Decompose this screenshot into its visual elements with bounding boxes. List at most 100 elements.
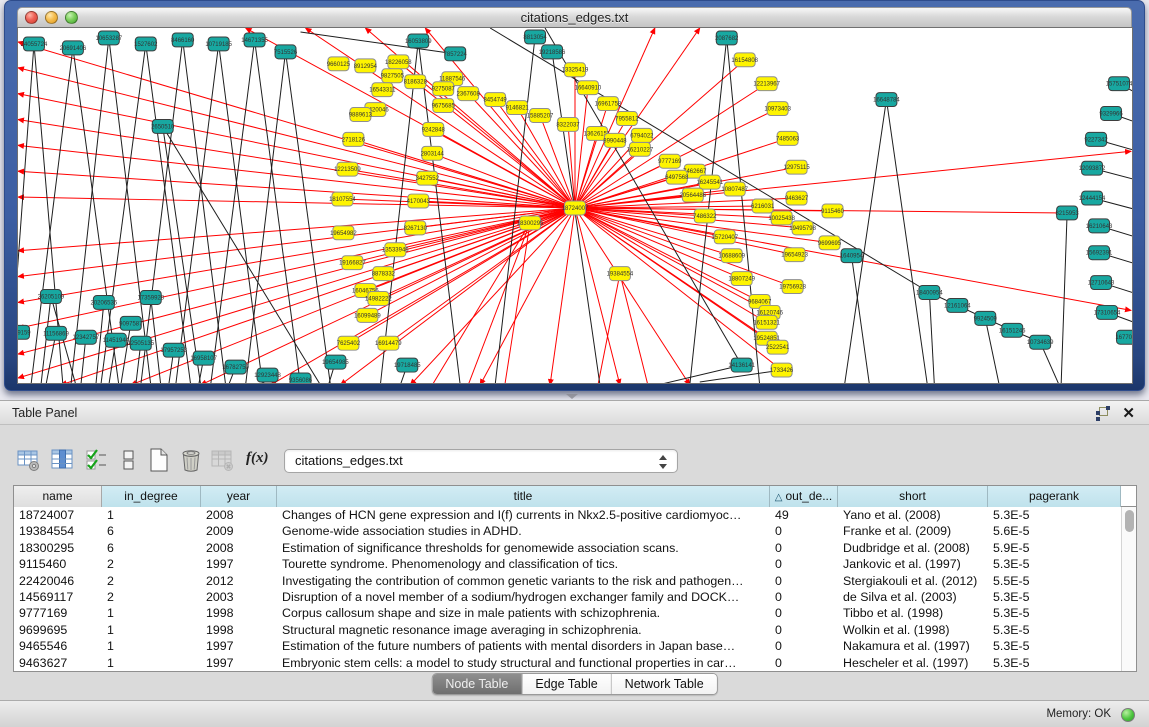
graph-node[interactable]: 9097587 xyxy=(119,316,143,330)
graph-node[interactable]: 12342757 xyxy=(73,330,100,344)
graph-node[interactable]: 11451944 xyxy=(103,333,130,347)
graph-node[interactable]: 2367608 xyxy=(457,87,481,101)
graph-node[interactable]: 15720407 xyxy=(711,230,738,244)
scrollbar-thumb[interactable] xyxy=(1125,510,1134,532)
graph-node[interactable]: 7485063 xyxy=(776,131,800,145)
graph-node[interactable]: 9275087 xyxy=(432,82,456,96)
graph-node[interactable]: 9329966 xyxy=(1099,107,1123,121)
graph-node[interactable]: 20564486 xyxy=(679,188,706,202)
graph-node[interactable]: 9146821 xyxy=(505,101,529,115)
graph-node[interactable]: 12161064 xyxy=(944,298,971,312)
tab-network-table[interactable]: Network Table xyxy=(612,674,717,695)
graph-node[interactable]: 14982222 xyxy=(365,292,392,306)
graph-node[interactable]: 16961758 xyxy=(595,97,622,111)
graph-node[interactable]: 10653287 xyxy=(96,31,123,45)
network-canvas[interactable]: 2405572420691406106532871527602846616010… xyxy=(17,27,1133,384)
table-row[interactable]: 1456911722003Disruption of a novel membe… xyxy=(14,589,1136,605)
graph-node[interactable]: 6794022 xyxy=(630,128,654,142)
graph-node[interactable]: 10688609 xyxy=(718,249,745,263)
graph-node[interactable]: 8267130 xyxy=(404,221,428,235)
graph-node[interactable]: 16958107 xyxy=(190,351,217,365)
table-row[interactable]: 977716911998Corpus callosum shape and si… xyxy=(14,605,1136,621)
graph-node[interactable]: 8466160 xyxy=(171,33,195,47)
graph-node[interactable]: 10734639 xyxy=(1027,335,1054,349)
graph-node[interactable]: 1677064 xyxy=(1115,330,1132,344)
window-titlebar[interactable]: citations_edges.txt xyxy=(17,7,1132,27)
graph-node[interactable]: 19166827 xyxy=(339,256,366,270)
tab-edge-table[interactable]: Edge Table xyxy=(522,674,611,695)
graph-node[interactable]: 10025438 xyxy=(768,211,795,225)
graph-node[interactable]: 12505135 xyxy=(127,336,154,350)
graph-node[interactable]: 19756928 xyxy=(779,280,806,294)
graph-node[interactable]: 19495798 xyxy=(789,221,816,235)
column-header-title[interactable]: title xyxy=(277,486,770,507)
table-row[interactable]: 911546021997Tourette syndrome. Phenomeno… xyxy=(14,556,1136,572)
graph-node[interactable]: 16648784 xyxy=(873,93,900,107)
graph-node[interactable]: 18300295 xyxy=(517,216,544,230)
table-row[interactable]: 969969511998Structural magnetic resonanc… xyxy=(14,622,1136,638)
graph-node[interactable]: 16151321 xyxy=(753,315,780,329)
graph-node[interactable]: 8454749 xyxy=(483,93,507,107)
column-header-pagerank[interactable]: pagerank xyxy=(988,486,1121,507)
graph-node[interactable]: 2650510 xyxy=(151,119,175,133)
graph-node[interactable]: 16914479 xyxy=(375,336,402,350)
graph-node[interactable]: 9675685 xyxy=(432,99,456,113)
graph-node[interactable]: 19654985 xyxy=(322,355,349,369)
graph-node[interactable]: 14671355 xyxy=(241,33,268,47)
graph-node[interactable]: 10807487 xyxy=(721,182,748,196)
table-row[interactable]: 1872400712008Changes of HCN gene express… xyxy=(14,507,1136,523)
graph-node[interactable]: 8990448 xyxy=(603,133,627,147)
graph-node[interactable]: 15751074 xyxy=(1106,77,1132,91)
graph-node[interactable]: 2522541 xyxy=(766,340,790,354)
graph-node[interactable]: 7515526 xyxy=(274,45,298,59)
graph-node[interactable]: 20206536 xyxy=(91,295,118,309)
graph-node[interactable]: 16053809 xyxy=(405,34,432,48)
graph-node[interactable]: 12923448 xyxy=(254,368,281,382)
graph-node[interactable]: 7486322 xyxy=(693,209,717,223)
graph-node[interactable]: 18107554 xyxy=(329,192,356,206)
graph-node[interactable]: 14136141 xyxy=(728,358,755,372)
splitter-handle[interactable] xyxy=(566,394,578,399)
table-selector-combobox[interactable]: citations_edges.txt xyxy=(284,449,678,473)
graph-node[interactable]: 8878332 xyxy=(372,267,396,281)
graph-node[interactable]: 8912954 xyxy=(354,59,378,73)
table-row[interactable]: 946362711997Embryonic stem cells: a mode… xyxy=(14,655,1136,671)
graph-node[interactable]: 19718485 xyxy=(394,358,421,372)
graph-node[interactable]: 19654923 xyxy=(781,248,808,262)
column-header-in_degree[interactable]: in_degree xyxy=(102,486,201,507)
table-row[interactable]: 1830029562008Estimation of significance … xyxy=(14,540,1136,556)
graph-node[interactable]: 9356086 xyxy=(289,373,313,383)
graph-node[interactable]: 12093872 xyxy=(1079,161,1106,175)
graph-node[interactable]: 9777169 xyxy=(658,154,682,168)
graph-node[interactable]: 1527602 xyxy=(134,37,158,51)
graph-node[interactable]: 12213509 xyxy=(334,162,361,176)
tab-node-table[interactable]: Node Table xyxy=(432,674,522,695)
graph-node[interactable]: 4170043 xyxy=(407,194,431,208)
column-header-name[interactable]: name xyxy=(14,486,102,507)
graph-node[interactable]: 16099489 xyxy=(354,308,381,322)
graph-node[interactable]: 6497568 xyxy=(665,170,689,184)
graph-node[interactable]: 16154808 xyxy=(731,53,758,67)
graph-node[interactable]: 10973403 xyxy=(764,102,791,116)
graph-node[interactable]: 9827505 xyxy=(381,69,405,83)
graph-node[interactable]: 18226058 xyxy=(385,55,412,69)
graph-node[interactable]: 12444154 xyxy=(1079,191,1106,205)
graph-node[interactable]: 15692391 xyxy=(1086,246,1113,260)
graph-node[interactable]: 1733426 xyxy=(770,363,794,377)
graph-node[interactable]: 16782759 xyxy=(222,360,249,374)
graph-node[interactable]: 9924509 xyxy=(974,311,998,325)
graph-node[interactable]: 9115460 xyxy=(821,204,845,218)
table-row[interactable]: 946554611997Estimation of the future num… xyxy=(14,638,1136,654)
graph-node[interactable]: 9227342 xyxy=(1084,132,1108,146)
graph-node[interactable]: 13325419 xyxy=(562,63,589,77)
graph-node[interactable]: 9699695 xyxy=(818,236,842,250)
select-rows-icon[interactable] xyxy=(84,447,110,473)
graph-node[interactable]: 19218586 xyxy=(539,45,566,59)
graph-node[interactable]: 20691406 xyxy=(60,41,87,55)
new-document-icon[interactable] xyxy=(146,447,172,473)
graph-node[interactable]: 26205109 xyxy=(38,290,65,304)
graph-node[interactable]: 16543311 xyxy=(369,83,396,97)
select-column-icon[interactable] xyxy=(50,447,76,473)
graph-node[interactable]: 2803144 xyxy=(421,146,445,160)
graph-node[interactable]: 15885207 xyxy=(527,109,554,123)
